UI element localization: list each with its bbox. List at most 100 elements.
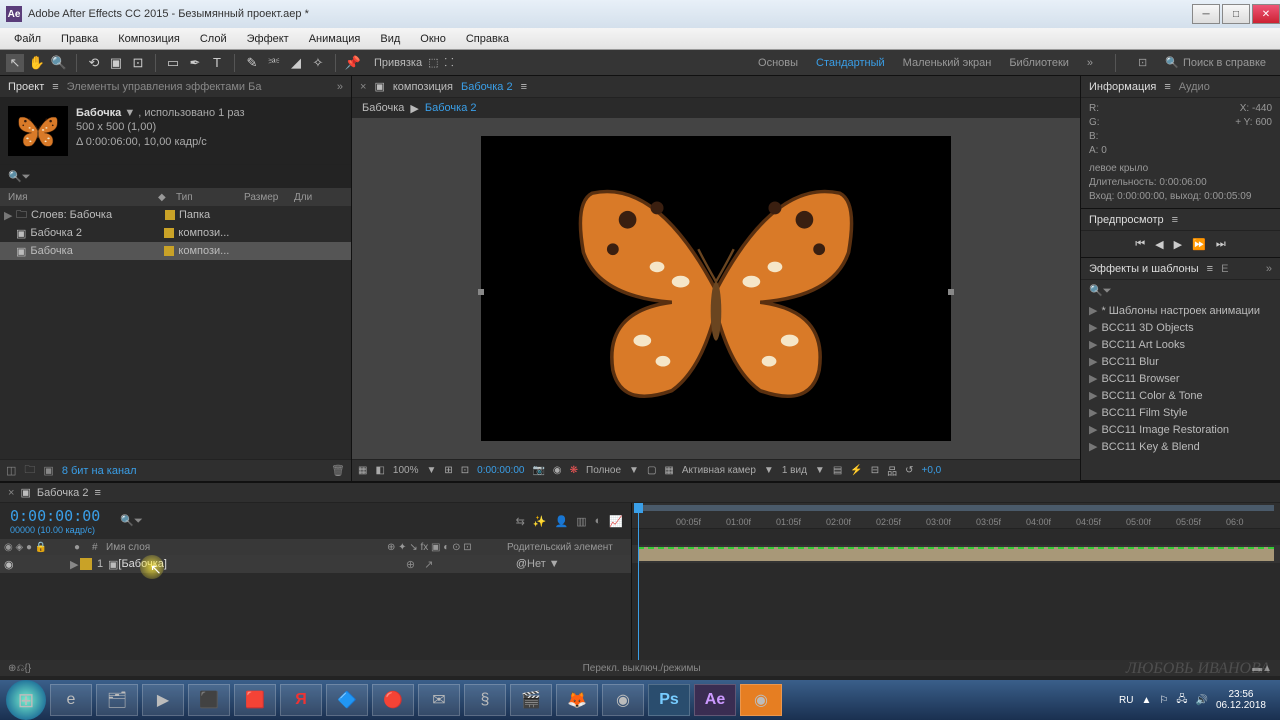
taskbar-app1-icon[interactable]: 🟥 [234, 684, 276, 716]
workspace-small[interactable]: Маленький экран [903, 57, 992, 69]
taskbar-ie-icon[interactable]: e [50, 684, 92, 716]
workspace-libraries[interactable]: Библиотеки [1009, 57, 1069, 69]
trash-icon[interactable]: 🗑 [331, 464, 345, 477]
res-auto-icon[interactable]: ⊞ [444, 465, 452, 476]
hide-shy-icon[interactable]: 👤 [555, 515, 569, 528]
brush-tool-icon[interactable]: ✎ [243, 54, 261, 72]
project-tab[interactable]: Проект [8, 81, 44, 93]
tl-toggle1-icon[interactable]: ⊕ [8, 663, 16, 674]
comp-tab-menu-icon[interactable]: ≡ [521, 81, 527, 93]
timeline-tab[interactable]: Бабочка 2 [37, 487, 89, 499]
channel-icon[interactable]: ❋ [570, 465, 578, 476]
project-search[interactable]: 🔍⏷ [0, 164, 351, 188]
motion-blur-icon[interactable]: ◐ [595, 515, 602, 528]
project-item-folder[interactable]: ▶🗀 Слоев: Бабочка Папка [0, 206, 351, 224]
menu-effect[interactable]: Эффект [237, 31, 299, 47]
last-frame-icon[interactable]: ⏭ [1216, 238, 1226, 251]
snap-opts-icon[interactable]: ⸬ [444, 55, 453, 70]
preview-menu-icon[interactable]: ≡ [1172, 214, 1178, 226]
search-tools-icon[interactable]: ⊡ [1138, 56, 1147, 69]
timeline-close-icon[interactable]: × [8, 487, 14, 499]
col-size[interactable]: Размер [244, 192, 294, 203]
first-frame-icon[interactable]: ⏮ [1135, 238, 1145, 251]
resolution-dropdown[interactable]: Полное [586, 465, 621, 476]
taskbar-app4-icon[interactable]: § [464, 684, 506, 716]
taskbar-media-icon[interactable]: ▶ [142, 684, 184, 716]
play-icon[interactable]: ▶ [1174, 238, 1182, 251]
tray-flag-icon[interactable]: ⚐ [1159, 695, 1168, 706]
workspace-overflow-icon[interactable]: » [1087, 57, 1093, 69]
comp-lock-icon[interactable]: ▣ [374, 80, 384, 93]
exposure[interactable]: +0,0 [922, 465, 942, 476]
timeline-track[interactable] [632, 545, 1280, 563]
info-tab[interactable]: Информация [1089, 81, 1156, 93]
taskbar-app2-icon[interactable]: 🔷 [326, 684, 368, 716]
effect-category[interactable]: ▶BCC11 Browser [1081, 370, 1280, 387]
breadcrumb-root[interactable]: Бабочка [362, 102, 404, 114]
rotate-tool-icon[interactable]: ⟲ [85, 54, 103, 72]
tl-col-source[interactable]: Имя слоя [106, 542, 387, 553]
taskbar-cmd-icon[interactable]: ⬛ [188, 684, 230, 716]
tl-toggle2-icon[interactable]: ⎌ [16, 663, 24, 674]
taskbar-app5-icon[interactable]: 🎬 [510, 684, 552, 716]
taskbar-firefox-icon[interactable]: 🦊 [556, 684, 598, 716]
taskbar-mail-icon[interactable]: ✉ [418, 684, 460, 716]
taskbar-ps-icon[interactable]: Ps [648, 684, 690, 716]
menu-window[interactable]: Окно [410, 31, 456, 47]
timeline-search-icon[interactable]: 🔍⏷ [120, 514, 143, 528]
tl-switches-label[interactable]: Перекл. выключ./режимы [583, 663, 701, 674]
breadcrumb-current[interactable]: Бабочка 2 [425, 102, 477, 114]
show-snapshot-icon[interactable]: ◉ [553, 465, 562, 476]
col-name[interactable]: Имя [8, 192, 158, 203]
audio-tab[interactable]: Аудио [1179, 81, 1210, 93]
puppet-tool-icon[interactable]: 📌 [344, 54, 362, 72]
zoom-tool-icon[interactable]: 🔍 [50, 54, 68, 72]
effect-category[interactable]: ▶BCC11 3D Objects [1081, 319, 1280, 336]
effects-tab2[interactable]: Е [1221, 263, 1228, 275]
effect-category[interactable]: ▶BCC11 Image Restoration [1081, 421, 1280, 438]
menu-file[interactable]: Файл [4, 31, 51, 47]
prev-frame-icon[interactable]: ◀ [1155, 238, 1163, 251]
menu-composition[interactable]: Композиция [108, 31, 190, 47]
col-type[interactable]: Тип [176, 192, 244, 203]
menu-animation[interactable]: Анимация [299, 31, 371, 47]
stamp-tool-icon[interactable]: ⎃ [265, 54, 283, 72]
zoom-dropdown[interactable]: 100% [393, 465, 419, 476]
tray-date[interactable]: 06.12.2018 [1216, 700, 1266, 711]
fast-preview-icon[interactable]: ⚡ [850, 465, 862, 476]
tray-lang[interactable]: RU [1119, 695, 1133, 706]
pen-tool-icon[interactable]: ✒ [186, 54, 204, 72]
text-tool-icon[interactable]: T [208, 54, 226, 72]
flowchart-icon[interactable]: 品 [887, 463, 897, 478]
effect-category[interactable]: ▶* Шаблоны настроек анимации [1081, 302, 1280, 319]
effect-controls-tab[interactable]: Элементы управления эффектами Ба [67, 81, 262, 93]
menu-edit[interactable]: Правка [51, 31, 108, 47]
grid-icon[interactable]: ▦ [358, 465, 367, 476]
composition-viewer[interactable] [352, 118, 1080, 459]
twirl-icon[interactable]: ▶ [70, 558, 80, 571]
minimize-button[interactable]: ─ [1192, 4, 1220, 24]
col-label-icon[interactable]: ◆ [158, 192, 176, 203]
transparency-icon[interactable]: ▦ [664, 465, 673, 476]
tray-up-icon[interactable]: ▲ [1141, 695, 1151, 706]
taskbar-explorer-icon[interactable]: 🗂 [96, 684, 138, 716]
effect-category[interactable]: ▶BCC11 Blur [1081, 353, 1280, 370]
hand-tool-icon[interactable]: ✋ [28, 54, 46, 72]
next-frame-icon[interactable]: ⏩ [1192, 238, 1206, 251]
graph-editor-icon[interactable]: 📈 [609, 515, 623, 528]
comp-close-icon[interactable]: × [360, 81, 366, 93]
tl-col-parent[interactable]: Родительский элемент [507, 542, 627, 553]
taskbar-ae-icon[interactable]: Ae [694, 684, 736, 716]
interpret-icon[interactable]: ◫ [6, 464, 16, 477]
project-tab-menu-icon[interactable]: ≡ [52, 81, 58, 93]
effect-category[interactable]: ▶BCC11 Art Looks [1081, 336, 1280, 353]
menu-layer[interactable]: Слой [190, 31, 237, 47]
effects-search[interactable]: 🔍⏷ [1081, 280, 1280, 302]
tray-vol-icon[interactable]: 🔊 [1195, 695, 1207, 706]
roto-tool-icon[interactable]: ✧ [309, 54, 327, 72]
views-dropdown[interactable]: 1 вид [782, 465, 807, 476]
mask-icon[interactable]: ◧ [375, 465, 384, 476]
tray-time[interactable]: 23:56 [1216, 689, 1266, 700]
effects-overflow-icon[interactable]: » [1266, 263, 1272, 275]
info-menu-icon[interactable]: ≡ [1164, 81, 1170, 93]
